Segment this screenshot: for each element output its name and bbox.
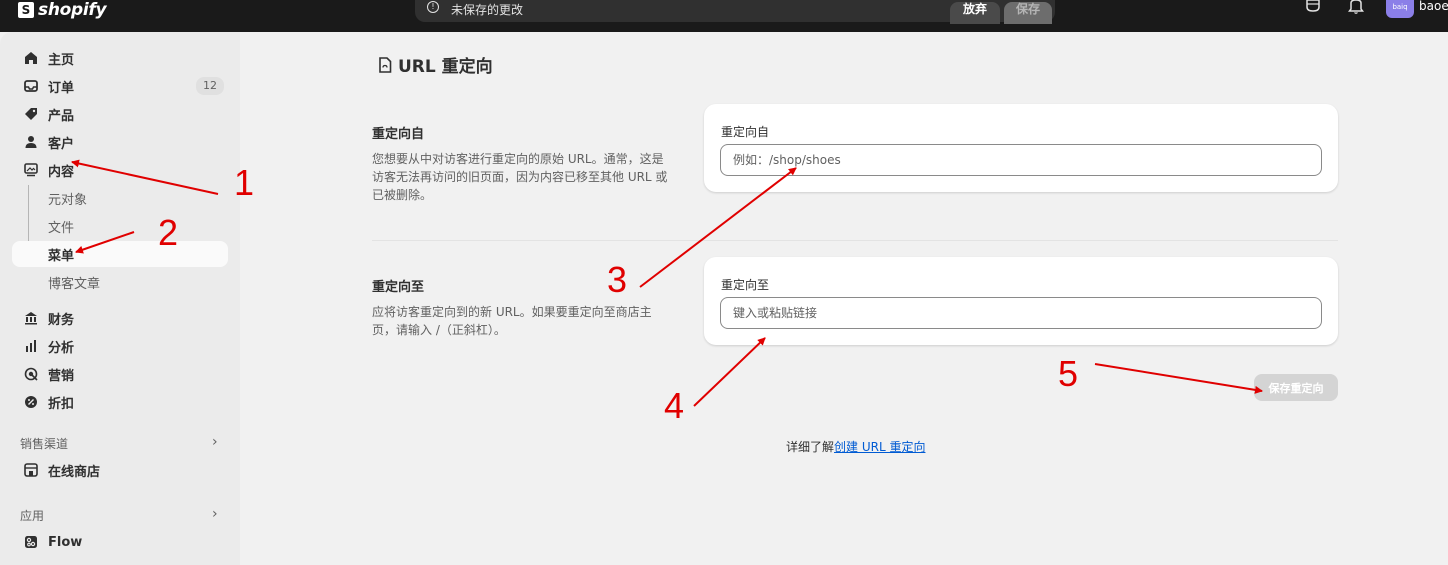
annotation-arrows bbox=[71, 159, 1263, 407]
annotation-number-1: 1 bbox=[234, 162, 255, 203]
annotation-arrow-3 bbox=[639, 167, 797, 288]
annotation-number-3: 3 bbox=[607, 259, 628, 300]
annotation-arrow-5 bbox=[1094, 363, 1263, 394]
annotation-arrow-2 bbox=[75, 231, 135, 254]
annotation-number-5: 5 bbox=[1058, 353, 1079, 394]
annotation-number-4: 4 bbox=[664, 385, 685, 426]
annotation-arrow-4 bbox=[693, 337, 766, 407]
annotation-number-2: 2 bbox=[158, 212, 179, 253]
annotation-arrow-1 bbox=[71, 159, 219, 195]
